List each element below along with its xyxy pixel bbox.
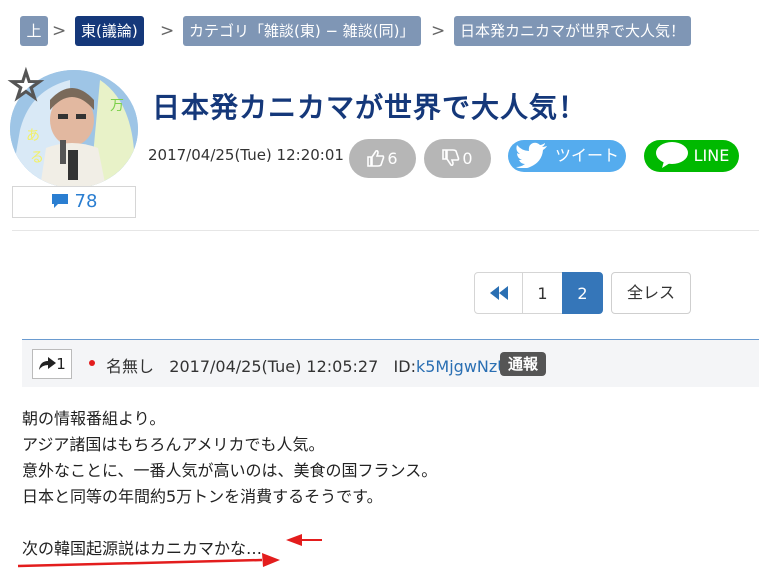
thread-avatar-block: あ る 万 ☆ 78 [7,65,138,220]
post-header: 1 名無し 2017/04/25(Tue) 12:05:27 ID:k5Mjgw… [22,339,759,387]
thumbs-down-icon [442,149,460,167]
post-line: 日本と同等の年間約5万トンを消費するそうです。 [22,487,383,506]
post-meta: 名無し 2017/04/25(Tue) 12:05:27 ID:k5MjgwNz… [106,353,509,377]
post-date: 2017/04/25(Tue) 12:05:27 [169,357,379,376]
divider [12,230,759,231]
breadcrumb-separator: > [160,21,175,41]
page-1-button[interactable]: 1 [522,272,563,314]
annotation-arrow-right-icon [17,553,280,568]
svg-text:あ: あ [26,128,40,144]
breadcrumb-home-link[interactable]: 上 [20,16,48,46]
breadcrumb-thread-link[interactable]: 日本発カニカマが世界で大人気！ [454,16,692,46]
breadcrumb-separator: > [431,21,446,41]
breadcrumb-board-link[interactable]: 東(議論) [75,16,144,46]
line-chat-bubble-icon [655,142,688,168]
page-title: 日本発カニカマが世界で大人気！ [152,91,588,124]
thumbs-up-icon [367,149,385,167]
comment-count: 78 [74,191,98,212]
post-id-link[interactable]: k5MjgwNzU [416,357,509,376]
annotation-arrow-left-icon [286,534,322,546]
svg-text:る: る [30,150,44,166]
all-responses-button[interactable]: 全レス [611,272,691,314]
like-count: 6 [387,149,398,168]
comment-count-button[interactable]: 78 [12,186,136,218]
post-id-label: ID: [393,357,416,376]
breadcrumb-separator: > [52,21,67,41]
tweet-button[interactable]: ツイート [508,140,626,172]
svg-text:万: 万 [110,98,124,114]
tweet-label: ツイート [554,146,619,165]
comment-bubble-icon [51,194,68,208]
line-label: LINE [693,146,730,165]
like-button[interactable]: 6 [349,139,416,178]
status-dot-icon [89,360,95,366]
post-line: 朝の情報番組より。 [22,409,166,428]
reply-arrow-icon [39,357,57,370]
post-line: アジア諸国はもちろんアメリカでも人気。 [22,435,325,454]
twitter-bird-icon [515,142,547,169]
post-number: 1 [56,355,66,373]
dislike-count: 0 [462,149,473,168]
breadcrumb-category-link[interactable]: カテゴリ「雑談(東) − 雑談(同)」 [183,16,421,46]
dislike-button[interactable]: 0 [424,139,491,178]
line-share-button[interactable]: LINE [644,140,739,172]
annotation-arrows [17,534,322,568]
poster-name: 名無し [106,357,155,376]
reply-button[interactable]: 1 [32,349,72,379]
thread-date: 2017/04/25(Tue) 12:20:01 [148,146,344,164]
report-button[interactable]: 通報 [500,352,547,376]
favorite-star-icon[interactable]: ☆ [7,65,45,107]
post-line: 意外なことに、一番人気が高いのは、美食の国フランス。 [22,461,438,480]
double-chevron-left-icon [489,286,508,300]
first-page-button[interactable] [474,272,523,314]
page-2-button[interactable]: 2 [562,272,603,314]
